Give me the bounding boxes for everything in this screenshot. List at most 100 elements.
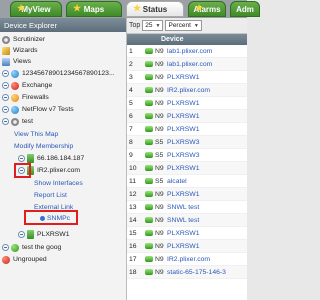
collapse-icon[interactable]: [2, 118, 9, 125]
table-row[interactable]: 9 S5 PLXRSW3: [127, 149, 247, 162]
link-view-this-map[interactable]: View This Map: [14, 129, 58, 140]
device-link[interactable]: static-65-175-146-3: [167, 269, 226, 276]
tree-item-netflow[interactable]: NetFlow v7 Tests: [2, 104, 74, 115]
status-icon: [143, 191, 155, 197]
device-link[interactable]: PLXRSW1: [167, 100, 199, 107]
tree-item-views[interactable]: Views: [2, 56, 31, 67]
device-link[interactable]: PLXRSW1: [167, 165, 199, 172]
highlight-box: [24, 210, 78, 225]
top-tab-bar: ★ MyView ★ Maps ★ Status ★ Alarms Adm: [0, 0, 260, 18]
status-icon: [143, 113, 155, 119]
row-number: 13: [129, 203, 137, 211]
status-icon: [143, 165, 155, 171]
tab-maps[interactable]: ★ Maps: [66, 1, 122, 17]
table-row[interactable]: 10 N9 PLXRSW1: [127, 162, 247, 175]
group-icon: [11, 105, 19, 114]
table-row[interactable]: 17 N9 IR2.plixer.com: [127, 253, 247, 266]
row-number: 3: [129, 73, 133, 81]
device-link[interactable]: PLXRSW1: [167, 113, 199, 120]
device-type: N9: [155, 164, 164, 172]
row-number: 16: [129, 242, 137, 250]
chevron-down-icon: ▼: [193, 22, 199, 29]
table-row[interactable]: 6 N9 PLXRSW1: [127, 110, 247, 123]
expand-icon[interactable]: [18, 155, 25, 162]
chevron-down-icon: ▼: [155, 22, 161, 29]
tree-item-exchange[interactable]: Exchange: [2, 80, 52, 91]
device-link[interactable]: PLXRSW1: [167, 230, 199, 237]
column-header-device[interactable]: Device: [143, 36, 184, 43]
grid-rows: 1 N9 lab1.plixer.com 2 N9 lab1.plixer.com 3 N9 P…: [127, 45, 247, 279]
star-icon: ★: [73, 3, 82, 13]
row-number: 14: [129, 216, 137, 224]
device-link[interactable]: SNWL test: [167, 217, 199, 224]
device-type: N9: [155, 255, 164, 263]
device-link[interactable]: SNWL test: [167, 204, 199, 211]
tree-item-plxrsw1[interactable]: PLXRSW1: [18, 229, 69, 240]
table-row[interactable]: 1 N9 lab1.plixer.com: [127, 45, 247, 58]
star-icon: ★: [195, 3, 204, 13]
views-icon: [2, 57, 10, 66]
status-icon: [143, 217, 155, 223]
tree-item-firewalls[interactable]: Firewalls: [2, 92, 49, 103]
device-link[interactable]: PLXRSW1: [167, 191, 199, 198]
group-icon: [11, 81, 19, 90]
expand-icon[interactable]: [18, 231, 25, 238]
tab-alarms[interactable]: ★ Alarms: [188, 1, 226, 17]
tab-myview[interactable]: ★ MyView: [10, 1, 62, 17]
tree-item-ungrouped[interactable]: Ungrouped: [2, 254, 47, 265]
device-link[interactable]: IR2.plixer.com: [167, 87, 210, 94]
tree-item-wizards[interactable]: Wizards: [2, 45, 38, 56]
device-link[interactable]: PLXRSW1: [167, 126, 199, 133]
device-link[interactable]: lab1.plixer.com: [167, 61, 212, 68]
expand-icon[interactable]: [2, 244, 9, 251]
tree-item-test[interactable]: test: [2, 116, 33, 127]
link-report-list[interactable]: Report List: [34, 190, 67, 201]
table-row[interactable]: 14 N9 SNWL test: [127, 214, 247, 227]
table-row[interactable]: 18 N9 static-65-175-146-3: [127, 266, 247, 279]
device-type: N9: [155, 73, 164, 81]
device-type: N9: [155, 190, 164, 198]
sort-select[interactable]: Percent ▼: [165, 20, 202, 31]
star-icon: ★: [17, 3, 26, 13]
status-icon: [143, 87, 155, 93]
device-link[interactable]: PLXRSW1: [167, 243, 199, 250]
link-modify-membership[interactable]: Modify Membership: [14, 141, 73, 152]
table-row[interactable]: 16 N9 PLXRSW1: [127, 240, 247, 253]
status-icon: [143, 204, 155, 210]
top-count-select[interactable]: 25 ▼: [142, 20, 164, 31]
status-icon: [143, 61, 155, 67]
expand-icon[interactable]: [2, 70, 9, 77]
table-row[interactable]: 2 N9 lab1.plixer.com: [127, 58, 247, 71]
status-icon: [143, 243, 155, 249]
device-link[interactable]: PLXRSW3: [167, 139, 199, 146]
tab-admin[interactable]: Adm: [230, 1, 260, 17]
tree-item-test-goog[interactable]: test the goog: [2, 242, 61, 253]
expand-icon[interactable]: [2, 82, 9, 89]
table-row[interactable]: 8 S5 PLXRSW3: [127, 136, 247, 149]
table-row[interactable]: 12 N9 PLXRSW1: [127, 188, 247, 201]
expand-icon[interactable]: [2, 106, 9, 113]
table-row[interactable]: 7 N9 PLXRSW1: [127, 123, 247, 136]
row-number: 1: [129, 47, 133, 55]
link-show-interfaces[interactable]: Show Interfaces: [34, 178, 83, 189]
table-row[interactable]: 4 N9 IR2.plixer.com: [127, 84, 247, 97]
device-link[interactable]: alcatel: [167, 178, 187, 185]
device-explorer-title: Device Explorer: [0, 18, 126, 32]
wizard-icon: [2, 46, 10, 55]
table-row[interactable]: 3 N9 PLXRSW1: [127, 71, 247, 84]
table-row[interactable]: 5 N9 PLXRSW1: [127, 97, 247, 110]
table-row[interactable]: 13 N9 SNWL test: [127, 201, 247, 214]
device-link[interactable]: PLXRSW1: [167, 74, 199, 81]
tab-status[interactable]: ★ Status: [126, 1, 184, 17]
tree-item-scrutinizer[interactable]: Scrutinizer: [2, 34, 45, 45]
grid-header: Device: [127, 34, 247, 45]
table-row[interactable]: 11 S5 alcatel: [127, 175, 247, 188]
expand-icon[interactable]: [2, 94, 9, 101]
device-link[interactable]: PLXRSW3: [167, 152, 199, 159]
table-row[interactable]: 15 N9 PLXRSW1: [127, 227, 247, 240]
tree-item-group-numeric[interactable]: 12345678901234567890123...: [2, 68, 115, 79]
group-icon: [11, 243, 19, 252]
device-link[interactable]: lab1.plixer.com: [167, 48, 212, 55]
status-icon: [143, 100, 155, 106]
device-link[interactable]: IR2.plixer.com: [167, 256, 210, 263]
